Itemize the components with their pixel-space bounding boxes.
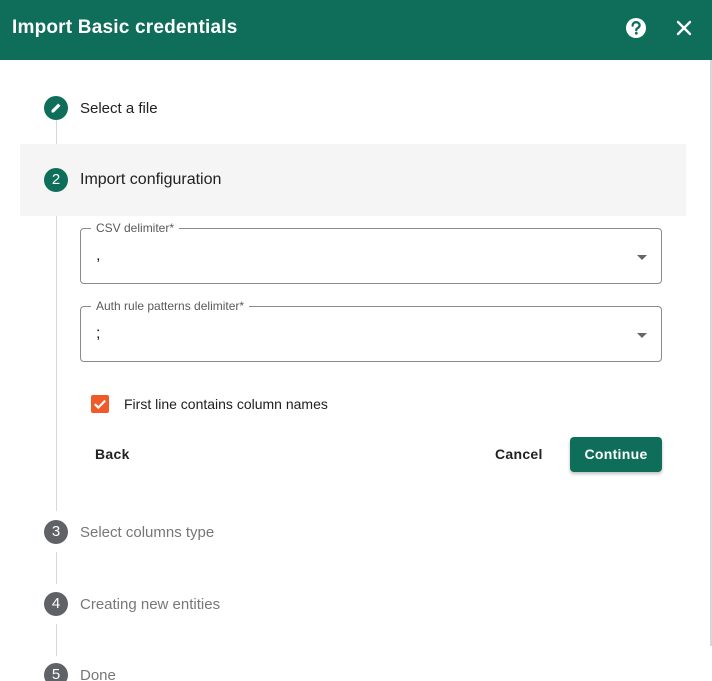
csv-delimiter-select[interactable]: CSV delimiter* , xyxy=(80,221,662,284)
csv-delimiter-label: CSV delimiter* xyxy=(91,221,180,235)
help-circle-icon xyxy=(626,18,646,38)
step-3-label[interactable]: Select columns type xyxy=(80,524,214,541)
step-connector xyxy=(56,552,57,584)
cancel-button[interactable]: Cancel xyxy=(495,446,543,462)
dialog-title: Import Basic credentials xyxy=(12,17,238,38)
dialog-header: Import Basic credentials xyxy=(0,0,712,60)
first-line-checkbox[interactable] xyxy=(91,395,109,413)
auth-rule-delimiter-label: Auth rule patterns delimiter* xyxy=(91,299,250,313)
step-4-number: 4 xyxy=(44,592,68,616)
step-5-label[interactable]: Done xyxy=(80,667,116,681)
pencil-icon xyxy=(51,103,61,113)
dropdown-arrow-icon xyxy=(637,333,647,338)
step-1-label[interactable]: Select a file xyxy=(80,100,158,117)
step-connector xyxy=(56,120,57,144)
auth-rule-delimiter-value: ; xyxy=(96,325,101,342)
step-2-number: 2 xyxy=(44,168,68,192)
step-connector xyxy=(56,200,57,511)
dropdown-arrow-icon xyxy=(637,255,647,260)
close-button[interactable] xyxy=(668,14,700,46)
close-icon xyxy=(676,20,692,36)
auth-rule-delimiter-select[interactable]: Auth rule patterns delimiter* ; xyxy=(80,299,662,362)
step-3-number: 3 xyxy=(44,520,68,544)
first-line-checkbox-label[interactable]: First line contains column names xyxy=(124,396,328,412)
step-2-label[interactable]: Import configuration xyxy=(80,171,221,189)
step-4-label[interactable]: Creating new entities xyxy=(80,596,220,613)
back-button[interactable]: Back xyxy=(95,446,130,462)
step-connector xyxy=(56,624,57,656)
help-button[interactable] xyxy=(620,14,652,46)
continue-button[interactable]: Continue xyxy=(570,437,662,472)
csv-delimiter-value: , xyxy=(96,247,101,264)
step-1-done-indicator xyxy=(44,96,68,120)
step-5-number: 5 xyxy=(44,663,68,681)
checkmark-icon xyxy=(94,399,106,410)
